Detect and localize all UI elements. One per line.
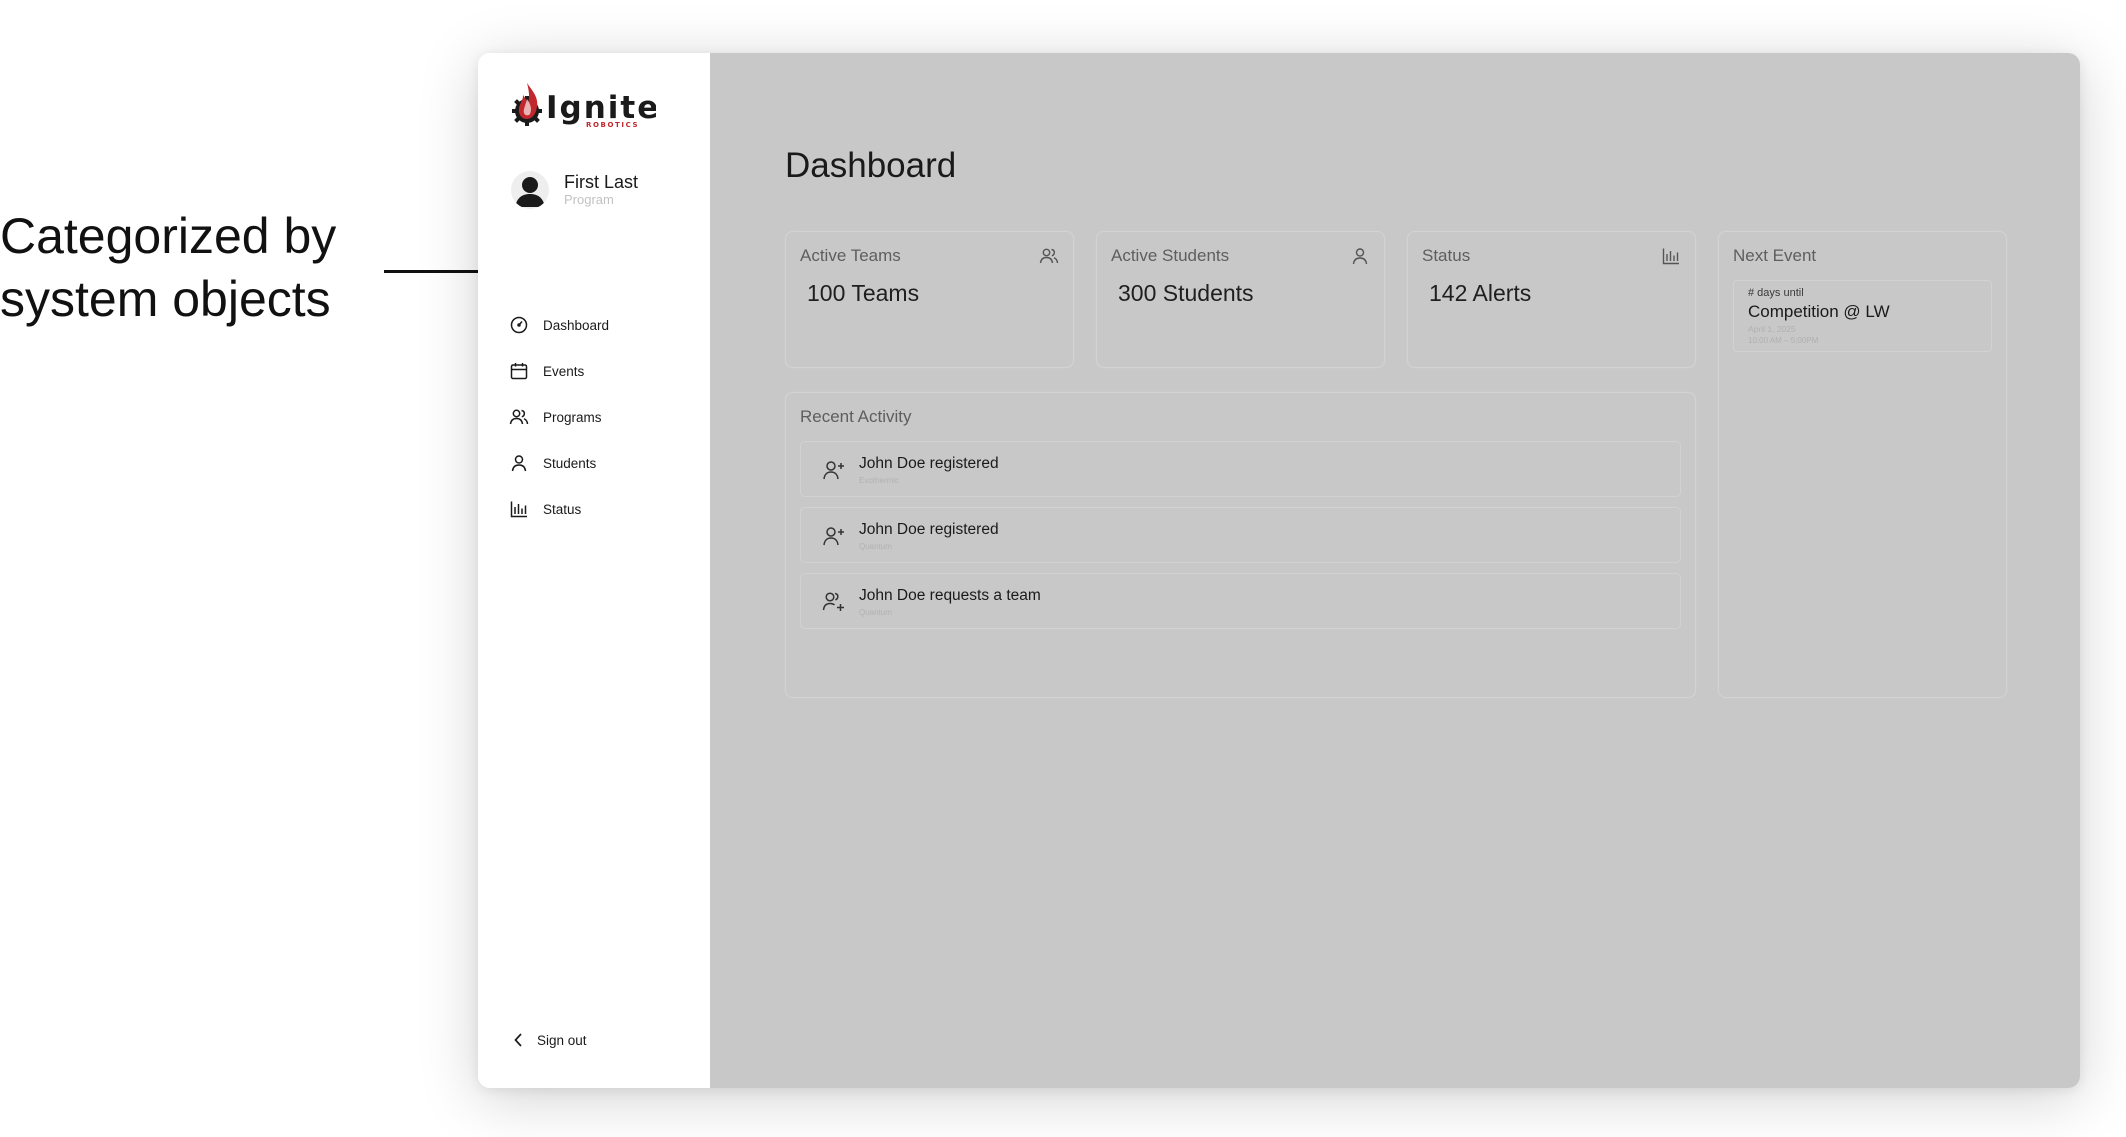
- activity-item[interactable]: John Doe requests a team Quantum: [800, 573, 1681, 629]
- annotation-line-2: system objects: [0, 271, 331, 327]
- calendar-icon: [509, 361, 529, 381]
- gear-flame-icon: [512, 83, 542, 126]
- event-name: Competition @ LW: [1748, 302, 1890, 321]
- stat-card-active-teams[interactable]: Active Teams 100 Teams: [785, 231, 1074, 368]
- recent-activity-card: Recent Activity John Doe registered Exot…: [785, 392, 1696, 698]
- chevron-left-icon: [509, 1030, 529, 1050]
- main-content: Dashboard Active Teams 100 Teams Active …: [710, 53, 2080, 1088]
- activity-item[interactable]: John Doe registered Quantum: [800, 507, 1681, 563]
- users-icon: [509, 407, 529, 427]
- recent-activity-title: Recent Activity: [800, 407, 912, 426]
- user-icon: [509, 453, 529, 473]
- next-event-item[interactable]: # days until Competition @ LW April 1, 2…: [1733, 280, 1992, 352]
- activity-subtext: Exothermic: [859, 476, 900, 485]
- users-plus-icon: [821, 589, 847, 615]
- annotation-line-1: Categorized by: [0, 208, 337, 264]
- sidebar-item-dashboard[interactable]: Dashboard: [509, 302, 609, 348]
- activity-item[interactable]: John Doe registered Exothermic: [800, 441, 1681, 497]
- svg-text:ROBOTICS: ROBOTICS: [586, 121, 639, 129]
- sidebar-item-events[interactable]: Events: [509, 348, 609, 394]
- user-name: First Last: [564, 172, 639, 192]
- ignite-robotics-logo[interactable]: Ignite ROBOTICS: [510, 81, 658, 133]
- sidebar-item-label: Events: [543, 363, 585, 379]
- stat-card-title: Status: [1422, 246, 1471, 265]
- activity-text: John Doe registered: [859, 455, 999, 472]
- stat-card-title: Active Students: [1111, 246, 1230, 265]
- user-profile[interactable]: First Last Program: [511, 171, 638, 209]
- sign-out-label: Sign out: [537, 1032, 587, 1048]
- sidebar-nav: Dashboard Events Programs Students Statu…: [509, 302, 609, 532]
- sign-out-button[interactable]: Sign out: [509, 1030, 587, 1050]
- user-plus-icon: [821, 457, 847, 483]
- avatar: [511, 171, 549, 209]
- app-window: Ignite ROBOTICS First Last Program Dashb…: [478, 53, 2080, 1088]
- page-title: Dashboard: [785, 146, 957, 185]
- stat-card-status[interactable]: Status 142 Alerts: [1407, 231, 1696, 368]
- sidebar-item-programs[interactable]: Programs: [509, 394, 609, 440]
- avatar-person-icon: [515, 177, 545, 207]
- event-time: 10:00 AM – 5:00PM: [1748, 336, 1819, 345]
- activity-subtext: Quantum: [859, 608, 892, 617]
- gauge-icon: [509, 315, 529, 335]
- stat-card-value: 142 Alerts: [1429, 280, 1532, 306]
- bar-chart-icon: [509, 499, 529, 519]
- stat-card-value: 300 Students: [1118, 280, 1254, 306]
- stat-card-value: 100 Teams: [807, 280, 920, 306]
- sidebar-item-label: Students: [543, 455, 597, 471]
- activity-text: John Doe requests a team: [859, 587, 1041, 604]
- event-countdown-label: # days until: [1748, 287, 1804, 299]
- sidebar-item-status[interactable]: Status: [509, 486, 609, 532]
- sidebar: Ignite ROBOTICS First Last Program Dashb…: [478, 53, 710, 1088]
- user-role: Program: [564, 192, 614, 207]
- event-date: April 1, 2025: [1748, 324, 1796, 334]
- activity-subtext: Quantum: [859, 542, 892, 551]
- bar-chart-icon: [1661, 246, 1681, 266]
- user-plus-icon: [821, 523, 847, 549]
- users-icon: [1039, 246, 1059, 266]
- annotation-caption: Categorized by system objects: [0, 205, 380, 331]
- next-event-title: Next Event: [1733, 246, 1817, 265]
- stat-card-active-students[interactable]: Active Students 300 Students: [1096, 231, 1385, 368]
- sidebar-item-label: Dashboard: [543, 317, 610, 333]
- sidebar-item-students[interactable]: Students: [509, 440, 609, 486]
- user-icon: [1350, 246, 1370, 266]
- sidebar-item-label: Status: [543, 501, 582, 517]
- activity-text: John Doe registered: [859, 521, 999, 538]
- next-event-card: Next Event # days until Competition @ LW…: [1718, 231, 2007, 698]
- sidebar-item-label: Programs: [543, 409, 602, 425]
- stat-card-title: Active Teams: [800, 246, 901, 265]
